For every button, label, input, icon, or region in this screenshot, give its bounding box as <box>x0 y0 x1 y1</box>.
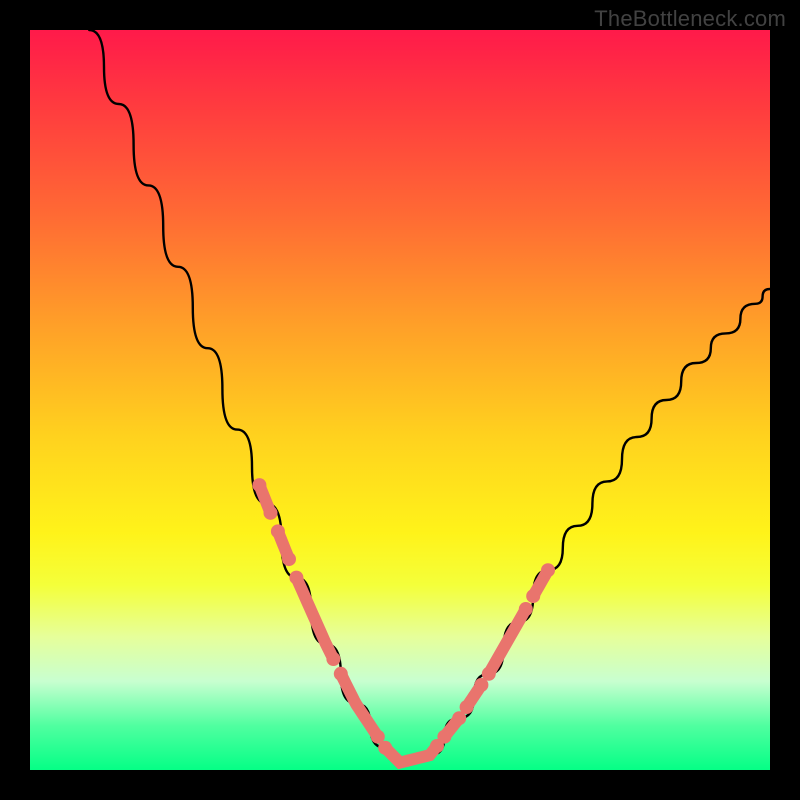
highlight-endpoint <box>334 667 348 681</box>
highlight-endpoint <box>289 571 303 585</box>
highlight-endpoint <box>460 700 474 714</box>
watermark-text: TheBottleneck.com <box>594 6 786 32</box>
highlight-segment <box>341 674 378 737</box>
highlight-endpoint <box>282 552 296 566</box>
highlight-endpoint <box>437 730 451 744</box>
bottleneck-curve-line <box>89 30 770 763</box>
highlight-endpoint <box>264 506 278 520</box>
highlight-endpoint <box>378 741 392 755</box>
highlight-segment <box>385 746 437 763</box>
curve-svg <box>30 30 770 770</box>
highlight-endpoint <box>482 667 496 681</box>
chart-plot-area <box>30 30 770 770</box>
highlight-endpoint <box>326 652 340 666</box>
highlight-endpoint <box>252 478 266 492</box>
highlight-endpoint <box>541 563 555 577</box>
highlight-endpoint <box>271 524 285 538</box>
outer-black-frame: TheBottleneck.com <box>0 0 800 800</box>
highlight-segment <box>296 578 333 659</box>
highlight-endpoint <box>519 602 533 616</box>
highlight-segment <box>489 609 526 674</box>
highlight-segments-group <box>252 478 555 762</box>
highlight-endpoint <box>526 589 540 603</box>
